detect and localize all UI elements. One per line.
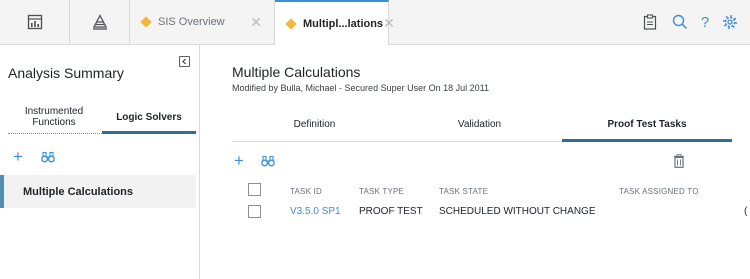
add-button[interactable]: + <box>13 147 23 166</box>
column-header-task-assigned-to[interactable]: TASK ASSIGNED TO <box>619 187 699 196</box>
column-header-task-type[interactable]: TASK TYPE <box>359 187 404 196</box>
tab-label: Multipl...lations <box>303 17 384 30</box>
column-header-task-id[interactable]: TASK ID <box>290 187 322 196</box>
add-task-button[interactable]: + <box>234 151 244 170</box>
task-id-link[interactable]: V3.5.0 SP1 <box>290 206 341 217</box>
tab-label: SIS Overview <box>158 16 225 28</box>
column-header-task-state[interactable]: TASK STATE <box>439 187 488 196</box>
binoculars-icon <box>261 155 275 167</box>
dashboard-icon <box>27 14 42 30</box>
select-all-checkbox[interactable] <box>248 183 261 196</box>
tab-label-line2: Functions <box>32 117 76 128</box>
main-content: Multiple Calculations Modified by Bulla,… <box>201 45 750 279</box>
list-item-label: Multiple Calculations <box>23 185 134 198</box>
delete-task-button[interactable] <box>673 153 685 169</box>
task-assigned-to-cell: ( <box>744 206 748 217</box>
list-item-multiple-calculations[interactable]: Multiple Calculations <box>0 175 196 208</box>
active-tab-indicator <box>562 139 732 142</box>
tab-label-line1: Instrumented <box>24 106 84 117</box>
find-task-button[interactable] <box>261 153 275 169</box>
panel-title: Analysis Summary <box>8 65 124 81</box>
tab-logic-solvers[interactable]: Logic Solvers <box>102 101 196 133</box>
search-button[interactable] <box>670 12 690 32</box>
analysis-summary-panel: Analysis Summary Instrumented Functions … <box>0 45 200 279</box>
close-icon[interactable]: ✕ <box>383 15 395 32</box>
tab-validation[interactable]: Validation <box>397 107 562 141</box>
help-icon: ? <box>700 13 710 31</box>
hierarchy-button[interactable] <box>70 0 130 44</box>
tab-label: Validation <box>457 118 502 130</box>
tab-proof-test-tasks[interactable]: Proof Test Tasks <box>562 107 732 141</box>
triangle-stack-icon <box>92 14 107 30</box>
tab-label: Proof Test Tasks <box>607 118 687 130</box>
tab-sis-overview[interactable]: SIS Overview ✕ <box>130 0 275 44</box>
close-icon[interactable]: ✕ <box>250 14 262 31</box>
help-button[interactable]: ? <box>695 12 715 32</box>
tab-label: Definition <box>293 118 336 130</box>
tab-definition[interactable]: Definition <box>232 107 397 141</box>
search-icon <box>672 14 688 30</box>
find-button[interactable] <box>41 149 55 165</box>
plus-icon: + <box>234 151 244 170</box>
task-type-cell: PROOF TEST <box>359 206 423 217</box>
binoculars-icon <box>41 151 55 163</box>
tab-label: Logic Solvers <box>116 111 182 123</box>
clipboard-button[interactable] <box>640 12 660 32</box>
task-state-cell: SCHEDULED WITHOUT CHANGE <box>439 206 596 217</box>
plus-icon: + <box>13 147 23 166</box>
settings-button[interactable] <box>720 12 740 32</box>
tab-multiple-calculations[interactable]: Multipl...lations ✕ <box>275 0 395 45</box>
gear-icon <box>723 15 737 29</box>
clipboard-icon <box>643 14 657 30</box>
collapse-panel-button[interactable] <box>179 56 190 67</box>
tab-diamond-icon <box>140 16 152 28</box>
page-subtitle: Modified by Bulla, Michael - Secured Sup… <box>232 83 489 93</box>
active-tab-indicator <box>102 131 196 134</box>
trash-icon <box>674 154 684 168</box>
page-title: Multiple Calculations <box>232 64 361 80</box>
top-bar: SIS Overview ✕ Multipl...lations ✕ ? <box>0 0 750 45</box>
chevron-left-icon <box>182 58 187 65</box>
tab-instrumented-functions[interactable]: Instrumented Functions <box>8 101 100 133</box>
tab-diamond-icon <box>285 17 297 30</box>
row-checkbox[interactable] <box>248 205 261 218</box>
dashboard-button[interactable] <box>0 0 70 44</box>
